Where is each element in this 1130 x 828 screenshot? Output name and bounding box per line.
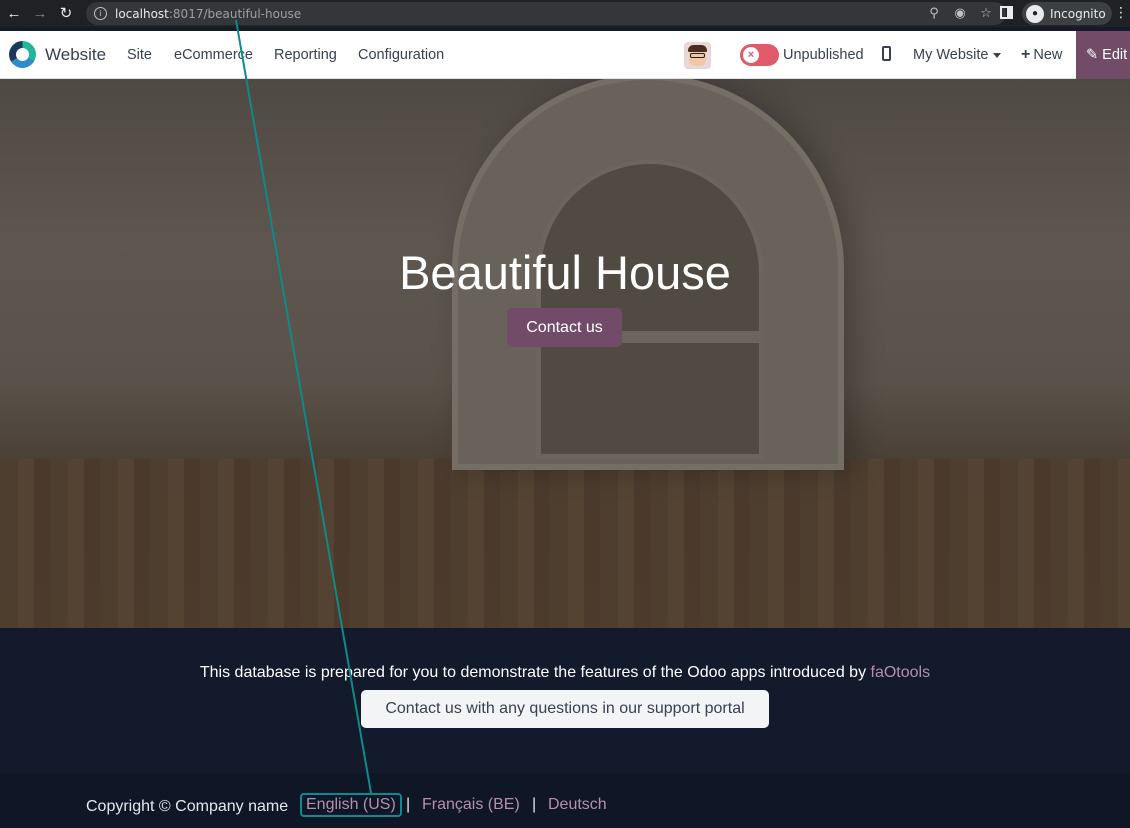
pencil-icon: ✎: [1086, 47, 1099, 63]
menu-site[interactable]: Site: [127, 47, 152, 63]
new-button[interactable]: + New: [1021, 46, 1062, 64]
menu-ecommerce[interactable]: eCommerce: [174, 47, 253, 63]
language-separator: |: [406, 796, 411, 813]
copyright-bar: Copyright © Company name English (US) | …: [0, 773, 1130, 828]
support-portal-button[interactable]: Contact us with any questions in our sup…: [361, 690, 769, 728]
hero-title: Beautiful House: [399, 246, 731, 299]
bookmark-star-icon[interactable]: ☆: [978, 5, 994, 21]
back-icon[interactable]: ←: [5, 4, 23, 22]
language-french[interactable]: Français (BE): [422, 796, 520, 814]
app-name[interactable]: Website: [45, 45, 106, 65]
side-panel-icon[interactable]: [1000, 6, 1013, 19]
reload-icon[interactable]: ↻: [57, 4, 75, 22]
user-avatar[interactable]: [684, 42, 711, 69]
language-german[interactable]: Deutsch: [548, 796, 607, 814]
url-text: localhost:8017/beautiful-house: [115, 6, 302, 21]
hero-section: Beautiful House Contact us: [0, 79, 1130, 628]
chevron-down-icon: [993, 52, 1002, 58]
footer-text: This database is prepared for you to dem…: [199, 664, 931, 681]
browser-toolbar: ← → ↻ i localhost:8017/beautiful-house ⚲…: [0, 0, 1130, 27]
menu-reporting[interactable]: Reporting: [274, 47, 337, 63]
publish-toggle[interactable]: ×: [740, 44, 779, 66]
contact-us-button[interactable]: Contact us: [507, 308, 622, 347]
incognito-label: Incognito: [1050, 6, 1106, 21]
copyright-text: Copyright © Company name: [86, 798, 289, 815]
address-bar[interactable]: i localhost:8017/beautiful-house ⚲ ◉ ☆: [86, 2, 1006, 25]
tracking-eye-icon[interactable]: ◉: [952, 5, 968, 21]
odoo-topbar: Website Site eCommerce Reporting Configu…: [0, 31, 1130, 79]
forward-icon[interactable]: →: [31, 4, 49, 22]
incognito-badge[interactable]: ● Incognito: [1022, 2, 1112, 25]
website-selector[interactable]: My Website: [913, 47, 1002, 63]
footer: This database is prepared for you to dem…: [0, 628, 1130, 773]
language-separator: |: [532, 796, 537, 813]
plus-icon: +: [1021, 46, 1031, 63]
edit-button[interactable]: ✎ Edit: [1076, 31, 1130, 79]
hero-overlay: [0, 79, 1130, 628]
mobile-preview-icon[interactable]: [882, 46, 891, 61]
site-info-icon[interactable]: i: [94, 7, 107, 20]
browser-menu-icon[interactable]: ⋮: [1114, 4, 1128, 21]
publish-status[interactable]: Unpublished: [783, 47, 864, 63]
odoo-website-logo[interactable]: [9, 41, 36, 68]
incognito-icon: ●: [1026, 4, 1044, 23]
faotools-link[interactable]: faOtools: [871, 664, 931, 681]
menu-configuration[interactable]: Configuration: [358, 47, 444, 63]
close-icon: ×: [743, 47, 759, 63]
zoom-icon[interactable]: ⚲: [926, 5, 942, 21]
language-english[interactable]: English (US): [300, 793, 402, 817]
